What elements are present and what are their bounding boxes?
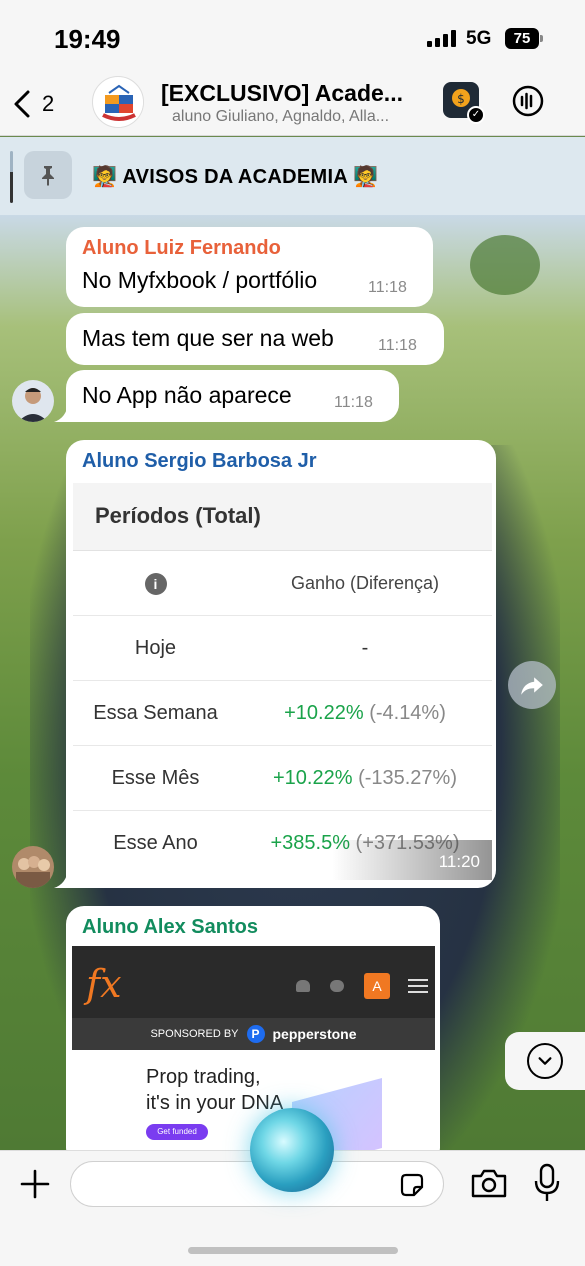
- chevron-down-icon: [538, 1057, 552, 1065]
- get-funded-button: Get funded: [146, 1124, 208, 1140]
- table-row: Hoje -: [73, 616, 492, 681]
- chat-header: 2 [EXCLUSIVO] Acade... aluno Giuliano, A…: [0, 72, 585, 136]
- sponsor-name: pepperstone: [272, 1026, 357, 1042]
- voice-chat-icon[interactable]: [511, 84, 545, 118]
- forward-arrow-icon: [521, 677, 543, 695]
- sponsored-by-label: SPONSORED BY: [150, 1028, 239, 1040]
- table-header-row: i Ganho (Diferença): [73, 551, 492, 616]
- myfxbook-screenshot[interactable]: fx A SPONSORED BY P pepperstone Prop tra…: [72, 946, 435, 1156]
- group-avatar[interactable]: [92, 76, 144, 128]
- table-title: Períodos (Total): [73, 483, 492, 551]
- pinned-message-banner[interactable]: 🧑‍🏫 AVISOS DA ACADEMIA 🧑‍🏫: [0, 137, 585, 215]
- sticker-icon[interactable]: [398, 1171, 426, 1199]
- message-text: Mas tem que ser na web: [82, 325, 334, 351]
- message-time: 11:18: [378, 337, 417, 354]
- message-time: 11:20: [438, 852, 480, 871]
- message-bubble[interactable]: Mas tem que ser na web 11:18: [66, 313, 444, 365]
- pinned-text: 🧑‍🏫 AVISOS DA ACADEMIA 🧑‍🏫: [92, 166, 379, 188]
- message-bubble[interactable]: Aluno Luiz Fernando No Myfxbook / portfó…: [66, 227, 433, 307]
- status-time: 19:49: [54, 24, 121, 54]
- sponsor-bar: SPONSORED BY P pepperstone: [72, 1018, 435, 1050]
- status-bar: 19:49 5G 75: [0, 0, 585, 72]
- sender-name[interactable]: Aluno Sergio Barbosa Jr: [82, 450, 317, 473]
- network-label: 5G: [466, 28, 492, 49]
- checkmark-icon: ✓: [467, 106, 485, 124]
- home-indicator: [188, 1247, 398, 1254]
- pinned-indicator: [10, 151, 13, 203]
- message-text: No App não aparece: [82, 382, 292, 408]
- sender-name[interactable]: Aluno Luiz Fernando: [82, 237, 281, 260]
- message-text: No Myfxbook / portfólio: [82, 267, 318, 293]
- row-diff: (-135.27%): [358, 766, 457, 789]
- ad-headline-line1: Prop trading,: [146, 1066, 261, 1088]
- column-header: Ganho (Diferença): [290, 572, 440, 593]
- row-diff: (-4.14%): [369, 701, 446, 724]
- bell-icon: [296, 980, 310, 992]
- group-title[interactable]: [EXCLUSIVO] Acade...: [161, 80, 421, 107]
- pin-icon: [42, 166, 54, 186]
- performance-table-image[interactable]: Períodos (Total) i Ganho (Diferença) Hoj…: [73, 483, 492, 880]
- chevron-left-icon: [14, 90, 30, 118]
- row-label: Esse Mês: [111, 766, 200, 789]
- avatar[interactable]: [12, 846, 54, 888]
- message-time: 11:18: [368, 279, 407, 296]
- scroll-down-button[interactable]: [505, 1032, 585, 1090]
- bubble-tail: [54, 404, 74, 422]
- row-label: Hoje: [134, 636, 177, 659]
- chat-icon: [330, 980, 344, 992]
- menu-icon: [408, 979, 428, 993]
- fx-logo: fx: [86, 962, 122, 1006]
- row-gain: +10.22%: [272, 766, 353, 789]
- back-count: 2: [42, 91, 55, 116]
- group-members[interactable]: aluno Giuliano, Agnaldo, Alla...: [172, 108, 432, 126]
- table-row: Esse Mês +10.22% (-135.27%): [73, 746, 492, 811]
- copy-app-icon[interactable]: $ ✓: [443, 82, 485, 124]
- user-avatar-square: A: [364, 973, 390, 999]
- signal-icon: [427, 30, 456, 47]
- back-button[interactable]: 2: [12, 86, 72, 122]
- row-label: Esse Ano: [113, 832, 198, 854]
- info-icon: i: [144, 572, 167, 595]
- ai-assistant-orb[interactable]: [250, 1108, 334, 1192]
- bubble-tail: [54, 870, 74, 888]
- battery-icon: 75: [505, 28, 543, 49]
- camera-icon[interactable]: [470, 1167, 508, 1199]
- microphone-icon[interactable]: [534, 1163, 560, 1203]
- message-time: 11:18: [334, 394, 373, 411]
- plus-icon[interactable]: [18, 1167, 52, 1201]
- message-bubble[interactable]: No App não aparece 11:18: [66, 370, 399, 422]
- sender-name[interactable]: Aluno Alex Santos: [82, 916, 258, 939]
- wallpaper-tree: [470, 235, 540, 295]
- pepperstone-logo-icon: P: [246, 1025, 265, 1043]
- row-label: Essa Semana: [93, 701, 218, 724]
- svg-text:$: $: [457, 92, 465, 106]
- forward-button[interactable]: [508, 661, 556, 709]
- row-gain: +10.22%: [284, 701, 364, 724]
- table-row: Essa Semana +10.22% (-4.14%): [73, 681, 492, 746]
- row-gain: -: [361, 636, 369, 659]
- avatar[interactable]: [12, 380, 54, 422]
- pin-button[interactable]: [24, 151, 72, 199]
